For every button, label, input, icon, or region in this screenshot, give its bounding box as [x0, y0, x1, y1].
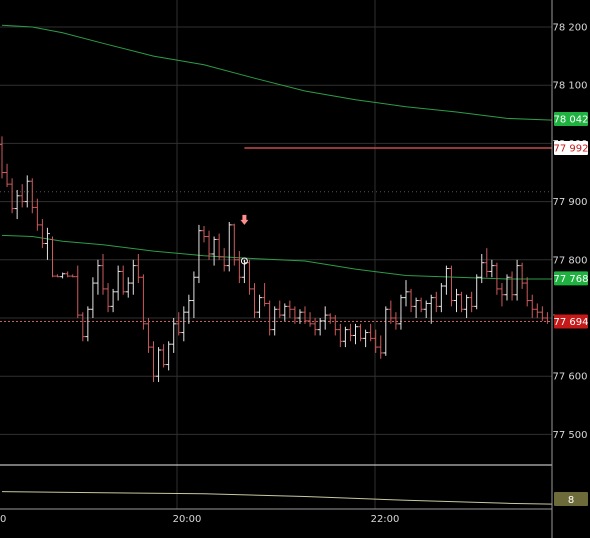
time-tick-label: 20:00 — [173, 514, 202, 525]
time-tick-label: 0 — [0, 514, 6, 525]
target-dot — [243, 260, 246, 262]
price-tick-label: 78 100 — [553, 81, 588, 92]
price-tick-label: 77 800 — [553, 255, 588, 266]
price-tick-label: 77 500 — [553, 430, 588, 441]
price-tick-label: 77 600 — [553, 372, 588, 383]
price-tag-label: 77 768 — [554, 274, 589, 285]
price-tag-label: 78 042 — [554, 114, 589, 125]
time-tick-label: 22:00 — [371, 514, 400, 525]
price-tag-upper-ma[interactable]: 78 042 — [554, 111, 589, 126]
indicator-value-tag: 8 — [554, 492, 588, 506]
price-tag-label: 77 694 — [554, 317, 589, 328]
price-tag-label: 77 992 — [554, 144, 589, 155]
indicator-tag-label: 8 — [568, 495, 574, 506]
price-tag-lower-ma[interactable]: 77 768 — [554, 271, 589, 286]
chart-canvas[interactable]: 78 20078 10078 00077 90077 80077 70077 6… — [0, 0, 590, 538]
price-tick-label: 77 900 — [553, 197, 588, 208]
price-tick-label: 78 200 — [553, 23, 588, 34]
price-tag-last-price[interactable]: 77 694 — [554, 314, 589, 329]
price-tag-resistance[interactable]: 77 992 — [554, 141, 589, 156]
chart-background — [0, 0, 590, 538]
